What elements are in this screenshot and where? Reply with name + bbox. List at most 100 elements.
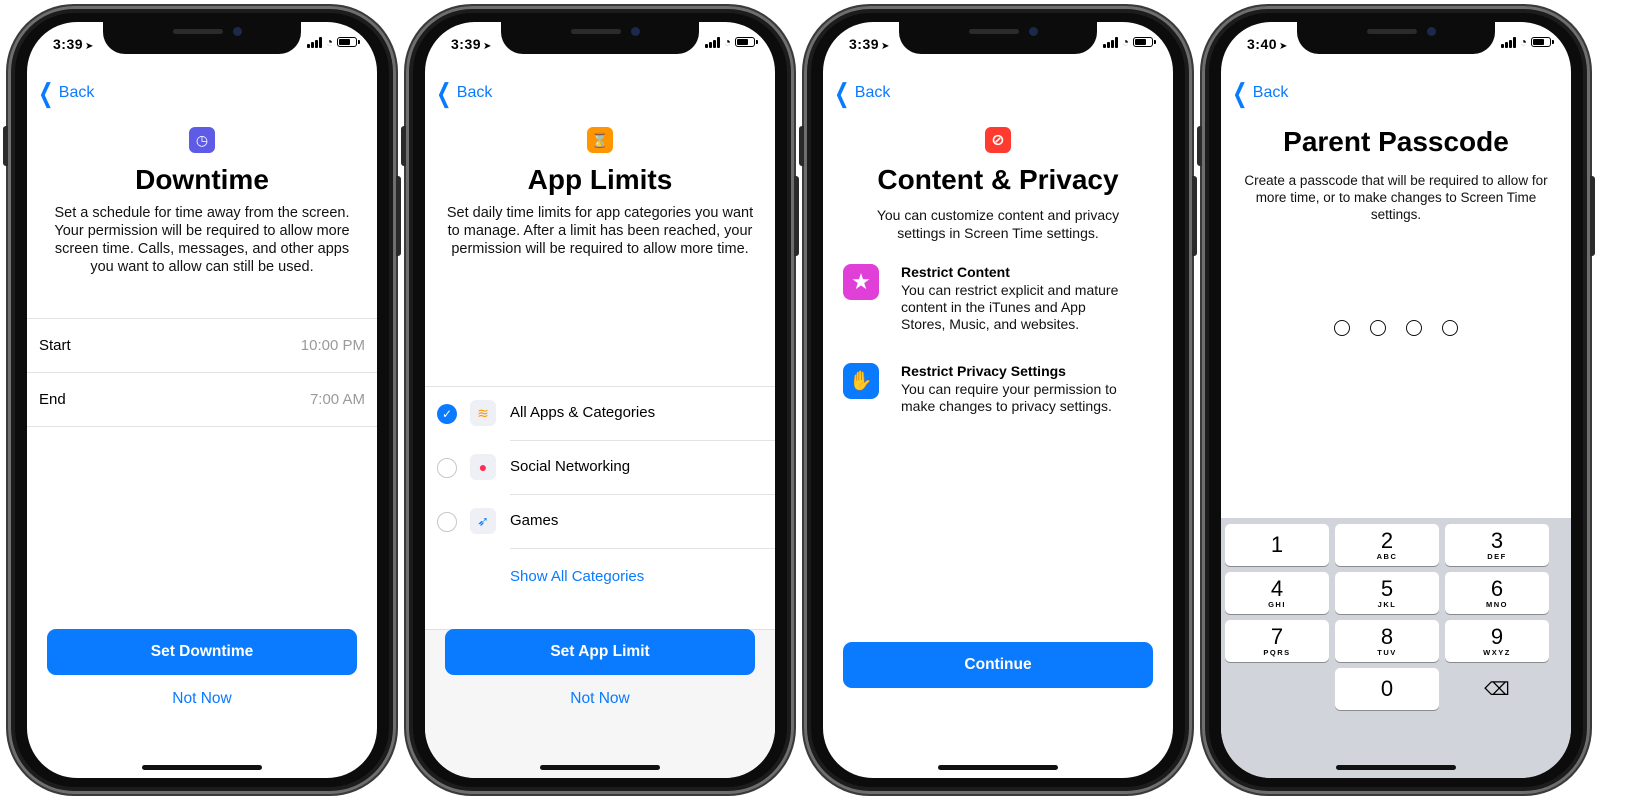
key-number: 3 <box>1490 527 1504 553</box>
signal-icon <box>1500 36 1516 48</box>
key-letters: GHI <box>1268 599 1286 609</box>
rocket-icon: ➶ <box>470 508 496 534</box>
key-0[interactable]: 0 <box>1335 668 1439 710</box>
home-indicator[interactable] <box>142 765 262 770</box>
back-label: Back <box>456 84 493 101</box>
divider <box>510 548 775 549</box>
location-arrow-icon: ➤ <box>881 41 890 52</box>
chevron-left-icon: ❮ <box>1232 78 1248 108</box>
page-description: Create a passcode that will be required … <box>1244 173 1548 222</box>
key-number: 7 <box>1270 623 1284 649</box>
signal-icon <box>306 36 322 48</box>
key-letters: PQRS <box>1263 647 1291 657</box>
wifi-icon: ◔ <box>723 35 731 49</box>
key-number: 1 <box>1270 532 1284 557</box>
notch <box>1297 22 1495 54</box>
key-6[interactable]: 6 MNO <box>1445 572 1549 614</box>
delete-backspace-icon: ⌫ <box>1484 679 1510 699</box>
home-indicator[interactable] <box>1336 765 1456 770</box>
passcode-dot <box>1370 320 1386 336</box>
radio-unchecked[interactable] <box>437 512 457 532</box>
back-button[interactable]: ❮ Back <box>433 78 493 108</box>
row-value: 10:00 PM <box>300 337 365 354</box>
screen: 3:40 ➤ ◔ ❮ Back Parent Passcode Create a p… <box>1221 22 1571 778</box>
back-label: Back <box>854 84 891 101</box>
page-title: App Limits <box>527 164 673 195</box>
key-4[interactable]: 4 GHI <box>1225 572 1329 614</box>
key-7[interactable]: 7 PQRS <box>1225 620 1329 662</box>
not-now-button[interactable]: Not Now <box>27 690 377 708</box>
chevron-left-icon: ❮ <box>436 78 452 108</box>
key-8[interactable]: 8 TUV <box>1335 620 1439 662</box>
phone-downtime: 3:39 ➤ ◔ ❮ Back ◷ Downtime Set a schedule … <box>3 6 401 794</box>
battery-icon <box>1531 37 1554 47</box>
back-button[interactable]: ❮ Back <box>35 80 95 106</box>
category-row-games[interactable]: ➶ Games <box>425 495 775 549</box>
signal-icon <box>704 36 720 48</box>
chat-bubble-icon: ● <box>470 454 496 480</box>
key-9[interactable]: 9 WXYZ <box>1445 620 1549 662</box>
category-row-all-apps[interactable]: ✓ ≋ All Apps & Categories <box>425 387 775 441</box>
not-now-button[interactable]: Not Now <box>425 690 775 708</box>
set-downtime-button[interactable]: Set Downtime <box>47 629 357 675</box>
key-5[interactable]: 5 JKL <box>1335 572 1439 614</box>
start-time-row[interactable]: Start 10:00 PM <box>27 319 377 373</box>
feature-title: Restrict Content <box>901 264 1010 280</box>
screen: 3:39 ➤ ◔ ❮ Back ◷ Downtime Set a schedule … <box>27 22 377 778</box>
status-icons: ◔ <box>1500 36 1554 48</box>
phone-content-privacy: 3:39 ➤ ◔ ❮ Back ⊘ Content & Privacy You ca… <box>799 6 1197 794</box>
radio-unchecked[interactable] <box>437 458 457 478</box>
home-indicator[interactable] <box>938 765 1058 770</box>
notch <box>103 22 301 54</box>
key-letters: MNO <box>1486 599 1508 609</box>
key-letters: TUV <box>1377 647 1397 657</box>
home-indicator[interactable] <box>540 765 660 770</box>
key-number: 0 <box>1380 676 1394 701</box>
row-value: 7:00 AM <box>309 391 365 408</box>
battery-icon <box>735 37 758 47</box>
category-label: Social Networking <box>510 458 631 475</box>
page-title: Downtime <box>135 164 269 195</box>
chevron-left-icon: ❮ <box>834 78 850 108</box>
status-icons: ◔ <box>306 36 360 48</box>
status-time: 3:39 ➤ <box>451 36 492 52</box>
passcode-dot <box>1334 320 1350 336</box>
signal-icon <box>1102 36 1118 48</box>
hourglass-icon: ⌛ <box>587 127 613 153</box>
back-label: Back <box>58 84 95 101</box>
back-label: Back <box>1252 84 1289 101</box>
key-3[interactable]: 3 DEF <box>1445 524 1549 566</box>
phone-app-limits: 3:39 ➤ ◔ ❮ Back ⌛ App Limits Set daily tim… <box>401 6 799 794</box>
no-entry-icon: ⊘ <box>985 127 1011 153</box>
back-button[interactable]: ❮ Back <box>1229 78 1289 108</box>
checkmark-icon[interactable]: ✓ <box>437 404 457 424</box>
key-2[interactable]: 2 ABC <box>1335 524 1439 566</box>
page-title: Parent Passcode <box>1283 126 1509 157</box>
delete-key[interactable]: ⌫ <box>1445 668 1549 710</box>
page-description: Set daily time limits for app categories… <box>446 205 754 257</box>
key-number: 4 <box>1270 575 1284 601</box>
show-all-categories-link[interactable]: Show All Categories <box>510 568 775 585</box>
star-icon: ★ <box>843 264 879 300</box>
key-number: 8 <box>1380 623 1394 649</box>
notch <box>899 22 1097 54</box>
passcode-dots <box>1221 320 1571 336</box>
continue-button[interactable]: Continue <box>843 642 1153 688</box>
status-time: 3:39 ➤ <box>53 36 94 52</box>
category-label: All Apps & Categories <box>510 404 656 421</box>
page-description: You can customize content and privacy se… <box>876 207 1120 241</box>
battery-icon <box>1133 37 1156 47</box>
key-number: 2 <box>1380 527 1394 553</box>
screen: 3:39 ➤ ◔ ❮ Back ⊘ Content & Privacy You ca… <box>823 22 1173 778</box>
key-1[interactable]: 1 <box>1225 524 1329 566</box>
notch <box>501 22 699 54</box>
set-app-limit-button[interactable]: Set App Limit <box>445 629 755 675</box>
status-time: 3:39 ➤ <box>849 36 890 52</box>
key-letters: ABC <box>1376 551 1398 561</box>
key-number: 9 <box>1490 623 1504 649</box>
key-letters: JKL <box>1377 599 1397 609</box>
category-label: Games <box>510 512 559 529</box>
category-row-social-networking[interactable]: ● Social Networking <box>425 441 775 495</box>
back-button[interactable]: ❮ Back <box>831 78 891 108</box>
end-time-row[interactable]: End 7:00 AM <box>27 373 377 427</box>
